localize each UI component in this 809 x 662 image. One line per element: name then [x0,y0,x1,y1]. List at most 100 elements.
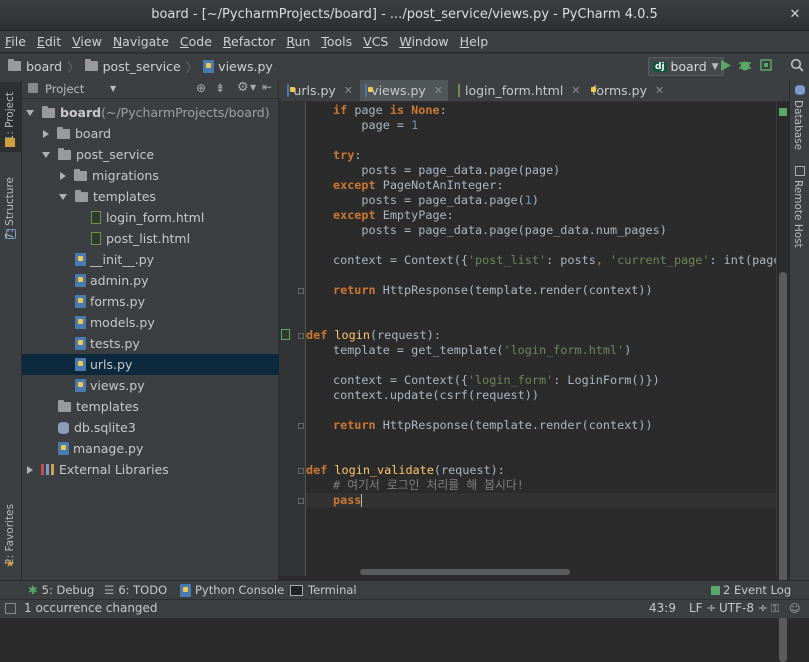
collapsed-arrow-icon [27,465,33,474]
folder-icon [42,105,55,118]
tree-item-db-sqlite3[interactable]: db.sqlite3 [22,417,314,438]
close-tab-icon[interactable]: ✕ [434,84,443,97]
breadcrumb-post-service[interactable]: post_service [84,59,181,74]
template-link-icon[interactable] [281,329,290,340]
html-file-icon [91,232,101,245]
code-line: try: [333,148,362,162]
run-configuration-select[interactable]: dj board ▼ [648,57,724,76]
coverage-icon[interactable] [759,58,773,72]
tab-login-form-html[interactable]: login_form.html ✕ [453,80,581,101]
collapse-all-icon[interactable]: ⇟ [215,81,225,95]
lock-icon[interactable]: ⚿ [771,602,779,616]
code-editor[interactable]: if page is None: page = 1 try: posts = p… [306,102,776,576]
horizontal-scrollbar[interactable] [360,569,570,575]
tab-views-py[interactable]: views.py ✕ [360,80,448,101]
caret-position[interactable]: 43:9 [649,601,676,615]
close-window-icon[interactable]: ✕ [787,7,803,23]
tab-urls-py[interactable]: urls.py ✕ [282,80,358,101]
folder-icon [74,168,87,181]
hide-panel-icon[interactable]: ⇤ [262,80,272,94]
tab-project[interactable]: 1: Project [4,92,16,141]
project-tool-icon [5,138,15,147]
tree-item-manage-py[interactable]: manage.py [22,438,314,459]
fold-marker-icon[interactable] [298,498,304,504]
menu-help[interactable]: Help [455,34,495,49]
code-line: page = 1 [333,118,419,132]
tree-item-templates-inner[interactable]: templates [22,186,315,207]
expanded-arrow-icon [59,193,67,200]
fold-marker-icon[interactable] [298,288,304,294]
chevron-down-icon[interactable]: ▼ [110,84,116,93]
tab-event-log[interactable]: 2 Event Log [711,583,791,597]
tab-terminal[interactable]: Terminal [290,583,357,597]
menu-navigate[interactable]: Navigate [108,34,175,49]
code-line: context = Context({'post_list': posts, '… [333,253,776,267]
tree-item-templates[interactable]: templates [22,396,314,417]
menu-window[interactable]: Window [394,34,454,49]
fold-marker-icon[interactable] [298,333,304,339]
tab-database[interactable]: Database [792,100,804,150]
editor-gutter[interactable] [279,102,306,576]
current-code-line: pass [306,493,776,508]
menu-edit[interactable]: Edit [32,34,67,49]
close-tab-icon[interactable]: ✕ [655,84,664,97]
status-bar: 1 occurrence changed 43:9 LF ÷ UTF-8 ÷ ⚿… [0,599,809,618]
menu-run[interactable]: Run [281,34,316,49]
library-icon [41,464,54,475]
gear-icon[interactable]: ⚙ [237,80,249,95]
inspection-ok-icon[interactable] [779,108,787,116]
code-line: # 여기서 로그인 처리를 해 봅시다! [333,478,524,492]
run-icon[interactable] [720,59,732,72]
tab-python-console[interactable]: Python Console [180,583,284,597]
python-file-icon [75,337,86,350]
breadcrumb-separator-icon: 〉 [67,59,80,75]
tab-remote-host[interactable]: Remote Host [792,180,804,248]
tree-item-post-service[interactable]: post_service [22,144,298,165]
search-icon[interactable] [790,58,804,72]
folder-icon [58,399,71,412]
tree-item-board[interactable]: board [22,123,298,144]
python-file-icon [203,59,215,73]
line-separator-selector[interactable]: LF ÷ [689,601,716,615]
toggle-tool-windows-icon[interactable] [5,603,16,614]
tab-todo[interactable]: ☰ 6: TODO [104,583,167,597]
python-file-icon [75,358,86,371]
menu-file[interactable]: File [0,34,32,49]
tab-forms-py[interactable]: forms.py ✕ [583,80,669,101]
tab-favorites[interactable]: 2: Favorites [4,504,16,565]
html-file-icon [458,84,460,97]
code-line: return HttpResponse(template.render(cont… [333,418,653,432]
menu-bar: File Edit View Navigate Code Refactor Ru… [0,31,809,52]
project-panel-header: Project ▼ ⊕ ⇟ ⚙ ▼ ⇤ [22,80,278,99]
breadcrumb-board[interactable]: board [8,59,62,74]
inspector-icon[interactable]: ☺ [789,602,800,615]
project-view-selector[interactable]: Project [45,82,84,96]
html-file-icon [91,211,101,224]
menu-tools[interactable]: Tools [316,34,358,49]
python-file-icon [75,253,86,266]
tree-item-board-root[interactable]: board (~/PycharmProjects/board) [22,102,282,123]
debug-icon[interactable] [738,58,752,72]
breadcrumb-views-py[interactable]: views.py [203,59,273,74]
tree-item-external-libraries[interactable]: External Libraries [22,459,282,480]
menu-code[interactable]: Code [175,34,218,49]
python-file-icon [58,442,69,455]
chevron-down-icon[interactable]: ▼ [250,83,256,92]
fold-marker-icon[interactable] [298,468,304,474]
scroll-from-source-icon[interactable]: ⊕ [196,81,206,95]
close-tab-icon[interactable]: ✕ [344,84,353,97]
close-tab-icon[interactable]: ✕ [571,84,580,97]
menu-vcs[interactable]: VCS [358,34,394,49]
menu-refactor[interactable]: Refactor [218,34,281,49]
left-tool-stripe: 1: Project 7: Structure 2: Favorites ★ [0,80,22,580]
menu-view[interactable]: View [67,34,108,49]
folder-icon [57,126,70,139]
encoding-selector[interactable]: UTF-8 ÷ [719,601,768,615]
code-line: except PageNotAnInteger: [333,178,504,192]
expanded-arrow-icon [42,151,50,158]
tree-item-migrations[interactable]: migrations [22,165,315,186]
tab-debug[interactable]: ✱ 5: Debug [28,583,94,597]
code-line: except EmptyPage: [333,208,454,222]
folder-icon [58,147,71,160]
fold-marker-icon[interactable] [298,423,304,429]
